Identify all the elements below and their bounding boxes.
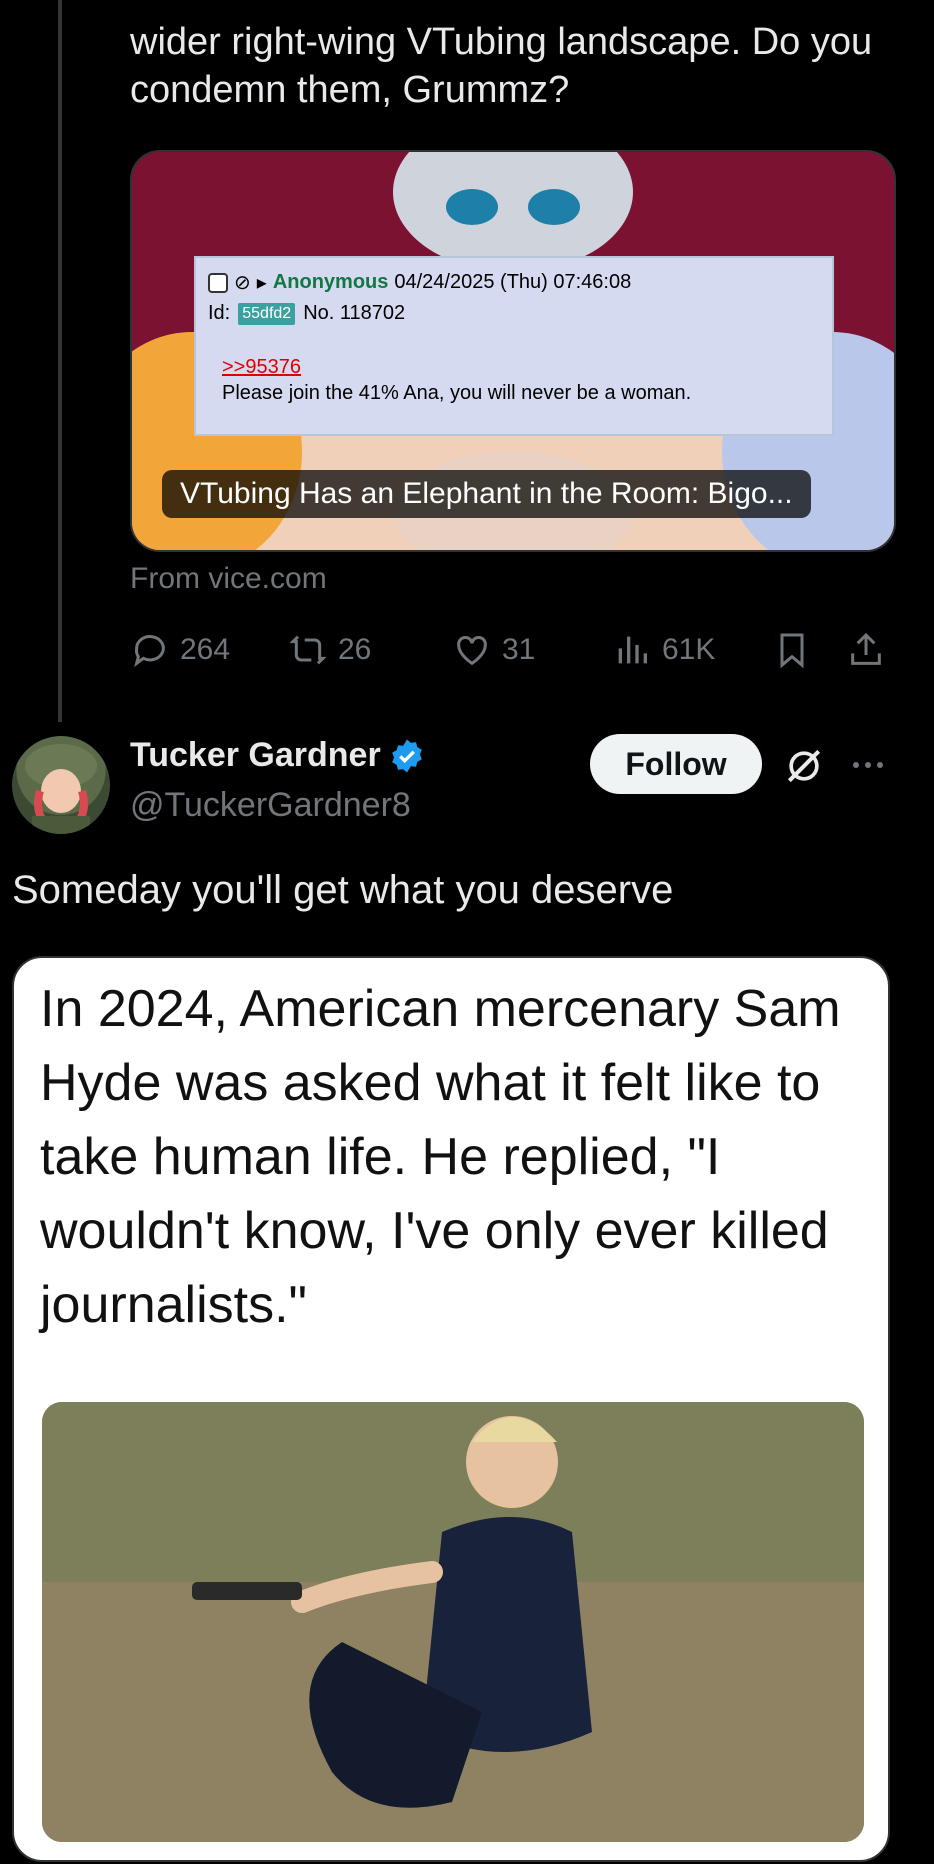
post-quote-link: >>95376	[222, 356, 301, 378]
avatar-image	[25, 744, 97, 834]
tweet-media[interactable]: In 2024, American mercenary Sam Hyde was…	[12, 956, 890, 1862]
grok-icon[interactable]	[782, 744, 826, 788]
reply-tweet-text: Someday you'll get what you deserve	[12, 868, 674, 912]
repost-icon	[289, 635, 327, 665]
triangle-icon: ▸	[256, 272, 267, 294]
photo-person-with-gun	[42, 1402, 864, 1842]
heart-icon	[457, 636, 487, 666]
display-name: Tucker Gardner	[130, 736, 381, 774]
thread-line	[58, 0, 62, 722]
views-button[interactable]: 61K	[612, 630, 715, 670]
share-button[interactable]	[846, 630, 886, 670]
meme-photo	[42, 1402, 864, 1842]
bookmark-icon	[780, 633, 804, 669]
post-id: 55dfd2	[238, 302, 296, 325]
bookmark-button[interactable]	[772, 630, 812, 670]
tweet-actions: 264 26 31 61K	[130, 630, 892, 680]
view-count: 61K	[662, 633, 716, 666]
avatar[interactable]	[12, 736, 110, 834]
checkbox-icon	[208, 272, 228, 293]
card-title: VTubing Has an Elephant in the Room: Big…	[162, 470, 811, 518]
reply-icon	[134, 635, 165, 668]
like-button[interactable]: 31	[452, 630, 535, 670]
post-author: Anonymous	[272, 271, 389, 293]
quoted-tweet-text: wider right-wing VTubing landscape. Do y…	[130, 21, 873, 111]
follow-button[interactable]: Follow	[590, 734, 762, 794]
meme-caption: In 2024, American mercenary Sam Hyde was…	[40, 980, 841, 1334]
more-options-icon[interactable]	[848, 750, 888, 780]
verified-badge-icon	[391, 739, 422, 772]
reply-count: 264	[180, 633, 231, 666]
repost-button[interactable]: 26	[288, 630, 371, 670]
link-card[interactable]: ⊘ ▸ Anonymous 04/24/2025 (Thu) 07:46:08 …	[130, 150, 896, 552]
post-message: Please join the 41% Ana, you will never …	[222, 382, 692, 404]
card-source[interactable]: From vice.com	[130, 562, 327, 596]
imageboard-post: ⊘ ▸ Anonymous 04/24/2025 (Thu) 07:46:08 …	[194, 256, 834, 436]
views-icon	[618, 636, 647, 664]
like-count: 31	[502, 633, 536, 666]
user-handle[interactable]: @TuckerGardner8	[130, 786, 411, 825]
reply-button[interactable]: 264	[130, 630, 230, 670]
display-name-row[interactable]: Tucker Gardner	[130, 736, 425, 775]
post-datetime: 04/24/2025 (Thu) 07:46:08	[394, 271, 632, 293]
hide-icon: ⊘	[234, 272, 251, 294]
post-number: No. 118702	[303, 302, 406, 324]
repost-count: 26	[338, 633, 372, 666]
post-id-label: Id:	[208, 302, 231, 324]
share-icon	[851, 632, 881, 665]
